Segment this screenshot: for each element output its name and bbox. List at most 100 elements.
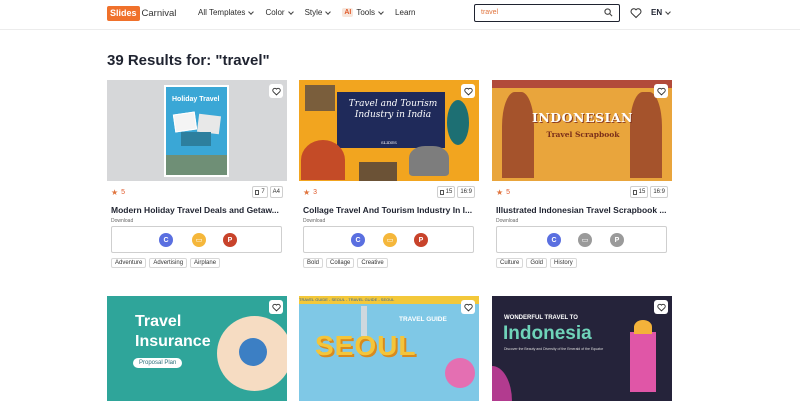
tag[interactable]: Collage: [326, 258, 355, 268]
template-card[interactable]: Travel Insurance Proposal Plan: [107, 296, 287, 401]
template-thumbnail[interactable]: Holiday Travel: [107, 80, 287, 181]
logo[interactable]: Slides Carnival: [107, 6, 176, 21]
nav-ai-tools-label: Tools: [356, 8, 376, 17]
download-label: Download: [111, 218, 134, 224]
template-card[interactable]: Travel and Tourism Industry in India SLI…: [299, 80, 479, 268]
logo-mark: Slides: [107, 6, 140, 21]
thumb-subtitle: SLIDES: [381, 140, 397, 145]
favorite-button[interactable]: [461, 300, 475, 314]
search-value: travel: [481, 9, 499, 16]
favorite-button[interactable]: [269, 300, 283, 314]
tag[interactable]: Creative: [357, 258, 388, 268]
chevron-down-icon: [325, 8, 332, 15]
results-title: 39 Results for: "travel": [107, 52, 270, 69]
template-thumbnail[interactable]: TRAVEL GUIDE - SEOUL - TRAVEL GUIDE - SE…: [299, 296, 479, 401]
thumb-subtitle: WONDERFUL TRAVEL TO: [504, 315, 578, 321]
star-icon: ★: [303, 188, 311, 197]
heart-icon: [656, 87, 666, 96]
card-title[interactable]: Modern Holiday Travel Deals and Getaw...: [111, 205, 283, 215]
favorites-heart-icon[interactable]: [630, 7, 642, 19]
top-header: Slides Carnival All Templates Color Styl…: [0, 0, 800, 30]
rating: ★ 5: [111, 188, 125, 197]
nav-all-templates-label: All Templates: [198, 8, 246, 17]
slides-icon: [632, 189, 637, 195]
favorite-button[interactable]: [461, 84, 475, 98]
powerpoint-download-icon[interactable]: P: [223, 233, 237, 247]
format-pill: 16:9: [457, 186, 475, 198]
thumb-title: Holiday Travel: [172, 96, 220, 103]
nav-style-label: Style: [304, 8, 323, 17]
google-slides-download-icon[interactable]: ▭: [383, 233, 397, 247]
card-pills: 15 16:9: [435, 186, 475, 198]
thumb-title: Travel and Tourism Industry in India: [348, 99, 438, 120]
template-card[interactable]: Holiday Travel ★ 5 7 A4 Modern Holiday Tr…: [107, 80, 287, 268]
nav-learn-label: Learn: [395, 8, 416, 17]
google-slides-download-icon[interactable]: ▭: [192, 233, 206, 247]
rating-value: 5: [506, 189, 511, 196]
rating: ★ 5: [496, 188, 510, 197]
google-slides-download-icon[interactable]: ▭: [578, 233, 592, 247]
star-icon: ★: [496, 188, 504, 197]
heart-icon: [271, 87, 281, 96]
tag[interactable]: Adventure: [111, 258, 147, 268]
language-selector[interactable]: EN: [651, 8, 671, 17]
template-thumbnail[interactable]: Travel Insurance Proposal Plan: [107, 296, 287, 401]
heart-icon: [463, 87, 473, 96]
download-label: Download: [303, 218, 326, 224]
powerpoint-download-icon[interactable]: P: [610, 233, 624, 247]
tag[interactable]: Bold: [303, 258, 324, 268]
template-card[interactable]: TRAVEL GUIDE - SEOUL - TRAVEL GUIDE - SE…: [299, 296, 479, 401]
chevron-down-icon: [287, 8, 294, 15]
tag[interactable]: Culture: [496, 258, 524, 268]
ai-badge: AI: [342, 8, 354, 17]
main-nav: All Templates Color Style AI Tools Learn: [198, 8, 428, 17]
thumb-title: Travel Insurance: [135, 313, 211, 350]
nav-all-templates[interactable]: All Templates: [198, 8, 255, 17]
slides-count-value: 15: [638, 189, 646, 195]
poster-image: Holiday Travel: [164, 85, 229, 177]
card-pills: 7 A4: [250, 186, 283, 198]
canva-download-icon[interactable]: C: [159, 233, 173, 247]
template-thumbnail[interactable]: INDONESIAN Travel Scrapbook: [492, 80, 672, 181]
favorite-button[interactable]: [654, 84, 668, 98]
canva-download-icon[interactable]: C: [351, 233, 365, 247]
tag[interactable]: History: [550, 258, 577, 268]
chevron-down-icon: [665, 8, 671, 15]
slides-icon: [439, 189, 444, 195]
format-pill: A4: [269, 186, 283, 198]
nav-ai-tools[interactable]: AI Tools: [342, 8, 384, 17]
search-icon[interactable]: [604, 8, 613, 17]
tag[interactable]: Airplane: [190, 258, 221, 268]
nav-color[interactable]: Color: [265, 8, 294, 17]
template-thumbnail[interactable]: Travel and Tourism Industry in India SLI…: [299, 80, 479, 181]
tag[interactable]: Advertising: [149, 258, 188, 268]
slides-count-value: 15: [445, 189, 453, 195]
download-options: C ▭ P: [303, 226, 474, 253]
tag-list: Culture Gold History: [496, 258, 672, 268]
template-card[interactable]: INDONESIAN Travel Scrapbook ★ 5 15 16:9 I…: [492, 80, 672, 268]
nav-color-label: Color: [265, 8, 285, 17]
tag[interactable]: Gold: [526, 258, 548, 268]
star-icon: ★: [111, 188, 119, 197]
template-thumbnail[interactable]: WONDERFUL TRAVEL TO Indonesia Discover t…: [492, 296, 672, 401]
slides-icon: [255, 189, 260, 195]
canva-download-icon[interactable]: C: [547, 233, 561, 247]
slides-count: 7: [252, 186, 268, 198]
nav-learn[interactable]: Learn: [395, 8, 415, 17]
language-label: EN: [651, 8, 663, 17]
nav-style[interactable]: Style: [304, 8, 332, 17]
chevron-down-icon: [248, 8, 255, 15]
search-input[interactable]: travel: [474, 4, 620, 22]
card-title[interactable]: Illustrated Indonesian Travel Scrapbook …: [496, 205, 668, 215]
heart-icon: [463, 303, 473, 312]
card-pills: 15 16:9: [628, 186, 668, 198]
card-title[interactable]: Collage Travel And Tourism Industry In I…: [303, 205, 475, 215]
template-card[interactable]: WONDERFUL TRAVEL TO Indonesia Discover t…: [492, 296, 672, 401]
favorite-button[interactable]: [269, 84, 283, 98]
favorite-button[interactable]: [654, 300, 668, 314]
tag-list: Adventure Advertising Airplane: [111, 258, 287, 268]
slides-count: 15: [629, 186, 649, 198]
card-meta: ★ 3 15 16:9: [299, 186, 479, 200]
thumb-subtitle: Proposal Plan: [133, 358, 183, 368]
powerpoint-download-icon[interactable]: P: [414, 233, 428, 247]
